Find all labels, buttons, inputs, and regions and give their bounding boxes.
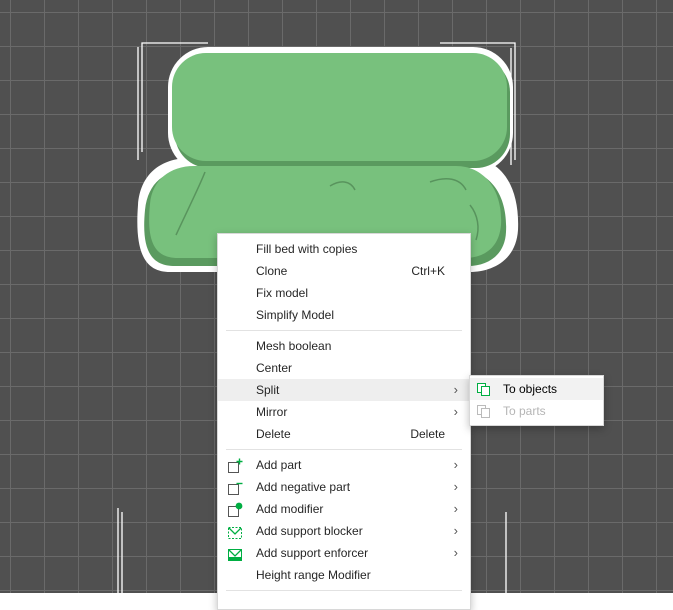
menu-item-label: Add support blocker [256, 524, 363, 538]
menu-item-split[interactable]: Split › [218, 379, 470, 401]
submenu-arrow-icon: › [453, 501, 458, 516]
add-negative-part-icon [228, 482, 243, 495]
menu-item-height-range-modifier[interactable]: Height range Modifier [218, 564, 470, 586]
menu-item-label: Add modifier [256, 502, 324, 516]
support-blocker-icon [228, 527, 242, 539]
menu-item-label: Fill bed with copies [256, 242, 358, 256]
menu-item-label: Center [256, 361, 293, 375]
submenu-arrow-icon: › [453, 457, 458, 472]
menu-separator [226, 590, 462, 591]
submenu-arrow-icon: › [453, 382, 458, 397]
menu-item-label: Add support enforcer [256, 546, 369, 560]
support-enforcer-icon [228, 549, 242, 561]
menu-item-fix-model[interactable]: Fix model [218, 282, 470, 304]
object-context-menu: Fill bed with copies Clone Ctrl+K Fix mo… [217, 233, 471, 610]
menu-item-mirror[interactable]: Mirror › [218, 401, 470, 423]
add-modifier-icon [228, 502, 243, 517]
menu-separator [226, 449, 462, 450]
menu-item-simplify-model[interactable]: Simplify Model [218, 304, 470, 326]
menu-item-label: Height range Modifier [256, 568, 371, 582]
menu-item-label: Add part [256, 458, 302, 472]
menu-item-add-negative-part[interactable]: Add negative part › [218, 476, 470, 498]
submenu-item-to-objects[interactable]: To objects [470, 378, 603, 400]
submenu-arrow-icon: › [453, 545, 458, 560]
menu-item-label: Mirror [256, 405, 288, 419]
menu-item-label: Delete [256, 427, 291, 441]
split-to-objects-icon [477, 383, 490, 396]
submenu-arrow-icon: › [453, 404, 458, 419]
menu-item-add-support-blocker[interactable]: Add support blocker › [218, 520, 470, 542]
menu-item-label: Split [256, 383, 280, 397]
submenu-arrow-icon: › [453, 523, 458, 538]
add-part-icon [228, 458, 243, 473]
menu-item-fill-bed-with-copies[interactable]: Fill bed with copies [218, 238, 470, 260]
menu-item-label: Add negative part [256, 480, 351, 494]
submenu-item-label: To parts [503, 404, 546, 418]
menu-separator [226, 330, 462, 331]
menu-item-add-modifier[interactable]: Add modifier › [218, 498, 470, 520]
menu-item-center[interactable]: Center [218, 357, 470, 379]
submenu-item-label: To objects [503, 382, 558, 396]
model-body [149, 53, 507, 258]
split-submenu: To objects To parts [469, 375, 604, 426]
menu-item-label: Clone [256, 264, 288, 278]
menu-item-delete[interactable]: Delete Delete [218, 423, 470, 445]
menu-item-mesh-boolean[interactable]: Mesh boolean [218, 335, 470, 357]
menu-item-add-support-enforcer[interactable]: Add support enforcer › [218, 542, 470, 564]
menu-item-add-part[interactable]: Add part › [218, 454, 470, 476]
menu-item-clone[interactable]: Clone Ctrl+K [218, 260, 470, 282]
menu-item-label: Simplify Model [256, 308, 335, 322]
shortcut-label: Ctrl+K [411, 264, 445, 278]
submenu-arrow-icon: › [453, 479, 458, 494]
submenu-item-to-parts[interactable]: To parts [470, 400, 603, 422]
shortcut-label: Delete [410, 427, 445, 441]
split-to-parts-icon [477, 405, 490, 418]
menu-item-label: Fix model [256, 286, 309, 300]
menu-item-label: Mesh boolean [256, 339, 332, 353]
